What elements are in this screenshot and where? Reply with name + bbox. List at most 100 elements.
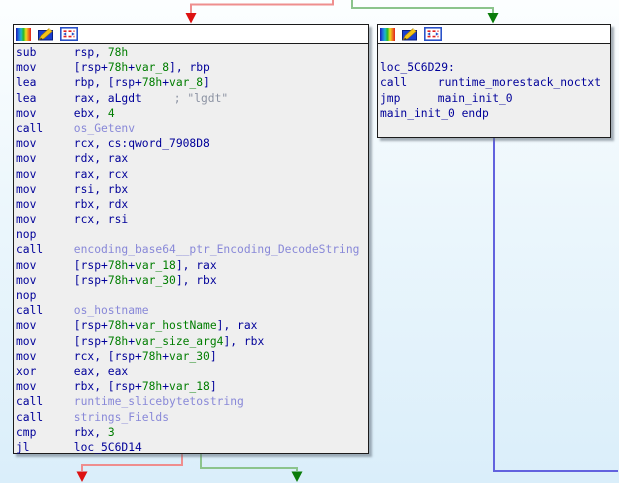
asm-operand-token[interactable]: ], rbx	[223, 335, 264, 348]
asm-operand-token[interactable]: 4	[108, 107, 115, 120]
asm-line[interactable]: jmp main_init_0	[380, 91, 610, 106]
asm-operand-token[interactable]: var_size_arg4	[135, 335, 223, 348]
asm-mnemonic[interactable]: mov	[16, 258, 74, 273]
node-color-icon[interactable]	[16, 27, 31, 41]
asm-line[interactable]: call encoding_base64__ptr_Encoding_Decode…	[16, 242, 368, 257]
asm-mnemonic[interactable]: lea	[16, 75, 74, 90]
asm-operand-token[interactable]: [rsp+	[74, 61, 108, 74]
basic-block-loc_5C6D29[interactable]: loc_5C6D29: call runtime_morestack_noctxt j…	[377, 24, 611, 138]
asm-operand-token[interactable]: rbp, [rsp+	[74, 76, 142, 89]
asm-operand-token[interactable]: +	[128, 61, 135, 74]
asm-operand-token[interactable]: rsi, rbx	[74, 183, 128, 196]
asm-mnemonic[interactable]: mov	[16, 379, 74, 394]
asm-label[interactable]: loc_5C6D29:	[380, 61, 455, 74]
asm-line[interactable]: call os_Getenv	[16, 121, 368, 136]
asm-operand-token[interactable]: 3	[108, 426, 115, 439]
asm-operand-token[interactable]: +	[128, 274, 135, 287]
asm-line[interactable]: call os_hostname	[16, 303, 368, 318]
asm-operand-token[interactable]: rcx, rsi	[74, 213, 128, 226]
asm-operand-token[interactable]: rbx, rdx	[74, 198, 128, 211]
asm-mnemonic[interactable]: mov	[16, 212, 74, 227]
asm-line[interactable]: mov [rsp+78h+var_size_arg4], rbx	[16, 334, 368, 349]
asm-mnemonic[interactable]: mov	[16, 167, 74, 182]
asm-operand-token[interactable]: rbx, [rsp+	[74, 380, 142, 393]
asm-line[interactable]: mov ebx, 4	[16, 106, 368, 121]
asm-line[interactable]: call runtime_slicebytetostring	[16, 394, 368, 409]
asm-operand-token[interactable]: 78h	[142, 76, 162, 89]
asm-line[interactable]: mov [rsp+78h+var_hostName], rax	[16, 318, 368, 333]
asm-line[interactable]: call strings_Fields	[16, 410, 368, 425]
asm-operand-token[interactable]: 78h	[108, 259, 128, 272]
asm-operand-token[interactable]: [rsp+	[74, 319, 108, 332]
asm-line[interactable]: mov [rsp+78h+var_18], rax	[16, 258, 368, 273]
asm-operand-token[interactable]: ]	[210, 380, 217, 393]
edit-node-icon[interactable]	[401, 27, 418, 41]
asm-line[interactable]: mov rdx, rax	[16, 151, 368, 166]
asm-operand-token[interactable]: rsp,	[74, 46, 108, 59]
asm-operand-token[interactable]: +	[128, 319, 135, 332]
asm-operand-token[interactable]: [rsp+	[74, 274, 108, 287]
asm-line[interactable]: jl loc_5C6D14	[16, 440, 368, 455]
asm-operand-token[interactable]: ]	[203, 76, 210, 89]
asm-operand-token[interactable]: loc_5C6D14	[74, 441, 142, 454]
asm-mnemonic[interactable]: mov	[16, 197, 74, 212]
asm-mnemonic[interactable]: mov	[16, 273, 74, 288]
asm-line[interactable]: mov rbx, rdx	[16, 197, 368, 212]
asm-operand-token[interactable]: main_init_0	[438, 92, 513, 105]
asm-operand-token[interactable]: var_8	[135, 61, 169, 74]
node-color-icon[interactable]	[380, 27, 395, 41]
asm-operand-token[interactable]: runtime_slicebytetostring	[74, 395, 244, 408]
asm-line[interactable]: mov rsi, rbx	[16, 182, 368, 197]
asm-operand-token[interactable]: rdx, rax	[74, 152, 128, 165]
asm-operand-token[interactable]: rax, rcx	[74, 168, 128, 181]
disassembly-listing[interactable]: sub rsp, 78h mov [rsp+78h+var_8], rbp lea rbp…	[14, 44, 368, 455]
asm-operand-token[interactable]: ], rax	[176, 259, 217, 272]
asm-operand-token[interactable]: rbx,	[74, 426, 108, 439]
asm-mnemonic[interactable]: call	[16, 410, 74, 425]
asm-line[interactable]: mov rbx, [rsp+78h+var_18]	[16, 379, 368, 394]
asm-operand-token[interactable]: var_30	[169, 350, 210, 363]
asm-line[interactable]: nop	[16, 288, 368, 303]
asm-line[interactable]: mov rax, rcx	[16, 167, 368, 182]
asm-line[interactable]: mov rcx, cs:qword_7908D8	[16, 136, 368, 151]
asm-line[interactable]: call runtime_morestack_noctxt	[380, 75, 610, 90]
asm-line[interactable]	[380, 45, 610, 60]
asm-mnemonic[interactable]: jmp	[380, 91, 438, 106]
asm-operand-token[interactable]: +	[128, 259, 135, 272]
asm-mnemonic[interactable]: call	[16, 121, 74, 136]
asm-line[interactable]: lea rbp, [rsp+78h+var_8]	[16, 75, 368, 90]
asm-operand-token[interactable]: encoding_base64__ptr_Encoding_DecodeStri…	[74, 243, 360, 256]
asm-operand-token[interactable]: [rsp+	[74, 259, 108, 272]
asm-line[interactable]: xor eax, eax	[16, 364, 368, 379]
asm-operand-token[interactable]: var_18	[169, 380, 210, 393]
asm-mnemonic[interactable]: cmp	[16, 425, 74, 440]
asm-mnemonic[interactable]: mov	[16, 334, 74, 349]
asm-mnemonic[interactable]: mov	[16, 136, 74, 151]
asm-operand-token[interactable]: os_Getenv	[74, 122, 135, 135]
asm-mnemonic[interactable]: mov	[16, 349, 74, 364]
asm-mnemonic[interactable]: call	[380, 75, 438, 90]
asm-mnemonic[interactable]: mov	[16, 151, 74, 166]
asm-operand-token[interactable]: eax, eax	[74, 365, 128, 378]
asm-line[interactable]: cmp rbx, 3	[16, 425, 368, 440]
asm-operand-token[interactable]: 78h	[108, 46, 128, 59]
asm-operand-token[interactable]: 78h	[142, 380, 162, 393]
asm-operand-token[interactable]: [rsp+	[74, 335, 108, 348]
asm-line[interactable]: loc_5C6D29:	[380, 60, 610, 75]
basic-block-main[interactable]: sub rsp, 78h mov [rsp+78h+var_8], rbp lea rbp…	[13, 24, 369, 454]
asm-operand-token[interactable]: ebx,	[74, 107, 108, 120]
asm-line[interactable]: main_init_0 endp	[380, 106, 610, 121]
asm-operand-token[interactable]: ], rbx	[176, 274, 217, 287]
asm-line[interactable]: mov rcx, rsi	[16, 212, 368, 227]
asm-line[interactable]	[380, 121, 610, 136]
asm-mnemonic[interactable]: nop	[16, 227, 74, 242]
asm-mnemonic[interactable]: nop	[16, 288, 74, 303]
asm-mnemonic[interactable]: mov	[16, 60, 74, 75]
asm-mnemonic[interactable]: jl	[16, 440, 74, 455]
graph-view[interactable]: sub rsp, 78h mov [rsp+78h+var_8], rbp lea rbp…	[0, 0, 619, 483]
group-nodes-icon[interactable]	[424, 27, 442, 41]
asm-operand-token[interactable]: ], rbp	[169, 61, 210, 74]
asm-operand-token[interactable]: 78h	[108, 274, 128, 287]
asm-line[interactable]: mov [rsp+78h+var_30], rbx	[16, 273, 368, 288]
asm-line[interactable]: lea rax, aLgdt ; "lgdt"	[16, 91, 368, 106]
